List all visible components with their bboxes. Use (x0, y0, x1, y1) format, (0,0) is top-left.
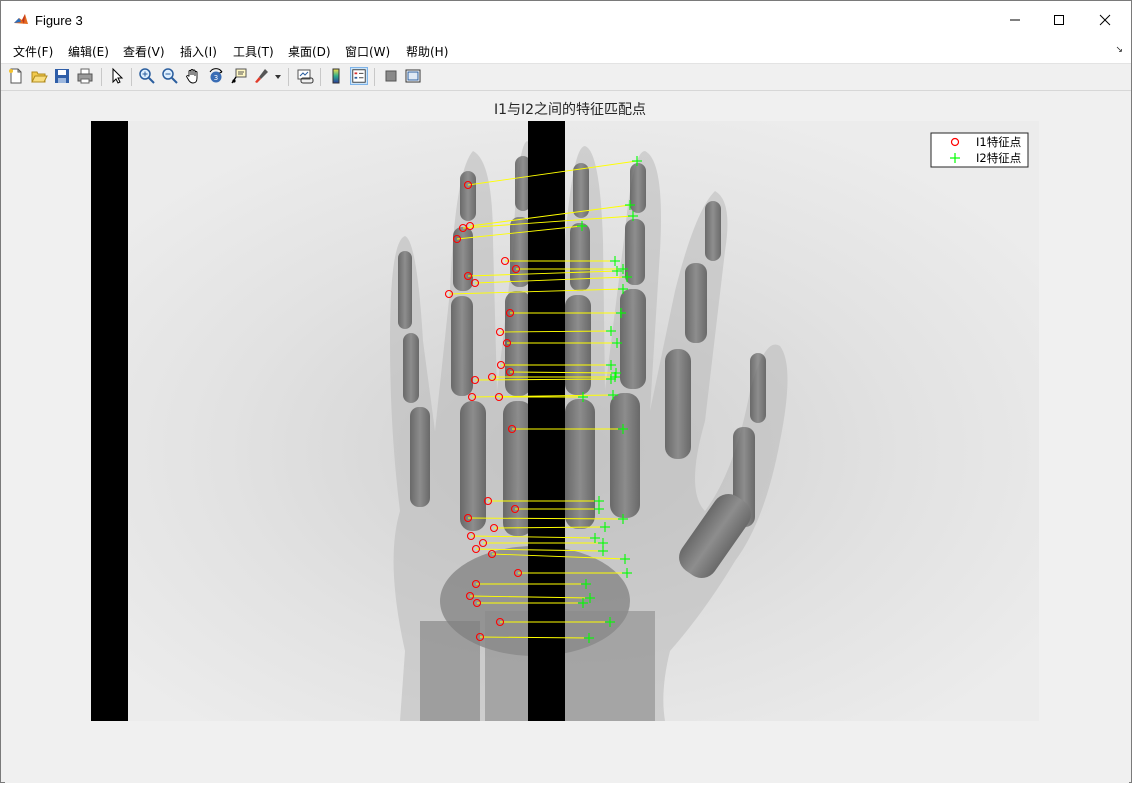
hide-plot-tools-icon[interactable] (382, 67, 400, 85)
menu-file[interactable]: 文件(F) (13, 43, 53, 60)
toolbar-separator (374, 68, 375, 86)
menu-bar: 文件(F) 编辑(E) 查看(V) 插入(I) 工具(T) 桌面(D) 窗口(W… (1, 39, 1131, 64)
toolbar-separator (320, 68, 321, 86)
toolbar-separator (288, 68, 289, 86)
menu-window[interactable]: 窗口(W) (345, 43, 390, 60)
colorbar-icon[interactable] (327, 67, 345, 85)
undock-arrow-icon[interactable]: ↘ (1115, 45, 1123, 55)
legend-entry-i1: I1特征点 (976, 135, 1021, 149)
figure-canvas[interactable]: I1特征点 I2特征点 I1与I2之间的特征匹配点 (5, 91, 1129, 783)
menu-help[interactable]: 帮助(H) (406, 43, 448, 60)
data-cursor-icon[interactable] (230, 67, 248, 85)
minimize-icon (1010, 19, 1020, 21)
matlab-logo-icon (13, 12, 29, 28)
new-figure-icon[interactable] (7, 67, 25, 85)
menu-edit[interactable]: 编辑(E) (68, 43, 109, 60)
menu-tools[interactable]: 工具(T) (233, 43, 274, 60)
print-icon[interactable] (76, 67, 94, 85)
close-button[interactable] (1082, 1, 1128, 39)
axes-title: I1与I2之间的特征匹配点 (493, 102, 647, 118)
toolbar-separator (101, 68, 102, 86)
toolbar-separator (131, 68, 132, 86)
zoom-out-icon[interactable] (161, 67, 179, 85)
xray-image (91, 121, 1039, 721)
svg-text:3: 3 (214, 74, 218, 82)
menu-view[interactable]: 查看(V) (123, 43, 165, 60)
link-plot-icon[interactable] (296, 67, 314, 85)
select-arrow-icon[interactable] (108, 67, 126, 85)
figure-toolbar: 3 (1, 64, 1131, 91)
save-icon[interactable] (53, 67, 71, 85)
figure-window: Figure 3 文件(F) 编辑(E) 查看(V) 插入(I) 工具(T) 桌… (0, 0, 1132, 783)
show-plot-tools-icon[interactable] (404, 67, 422, 85)
zoom-in-icon[interactable] (138, 67, 156, 85)
open-file-icon[interactable] (30, 67, 48, 85)
legend-entry-i2: I2特征点 (976, 151, 1021, 165)
window-title: Figure 3 (35, 13, 83, 28)
rotate-3d-icon[interactable]: 3 (207, 67, 225, 85)
close-icon (1099, 14, 1111, 26)
brush-icon[interactable] (253, 67, 271, 85)
maximize-icon (1054, 15, 1064, 25)
axes-plot[interactable]: I1特征点 I2特征点 (5, 91, 1129, 783)
minimize-button[interactable] (992, 1, 1038, 39)
legend-icon[interactable] (350, 67, 368, 85)
menu-insert[interactable]: 插入(I) (180, 43, 217, 60)
title-bar[interactable]: Figure 3 (1, 1, 1131, 39)
menu-desktop[interactable]: 桌面(D) (288, 43, 331, 60)
pan-hand-icon[interactable] (184, 67, 202, 85)
brush-dropdown-icon[interactable] (274, 73, 282, 81)
legend[interactable]: I1特征点 I2特征点 (930, 132, 1029, 168)
maximize-button[interactable] (1036, 1, 1082, 39)
